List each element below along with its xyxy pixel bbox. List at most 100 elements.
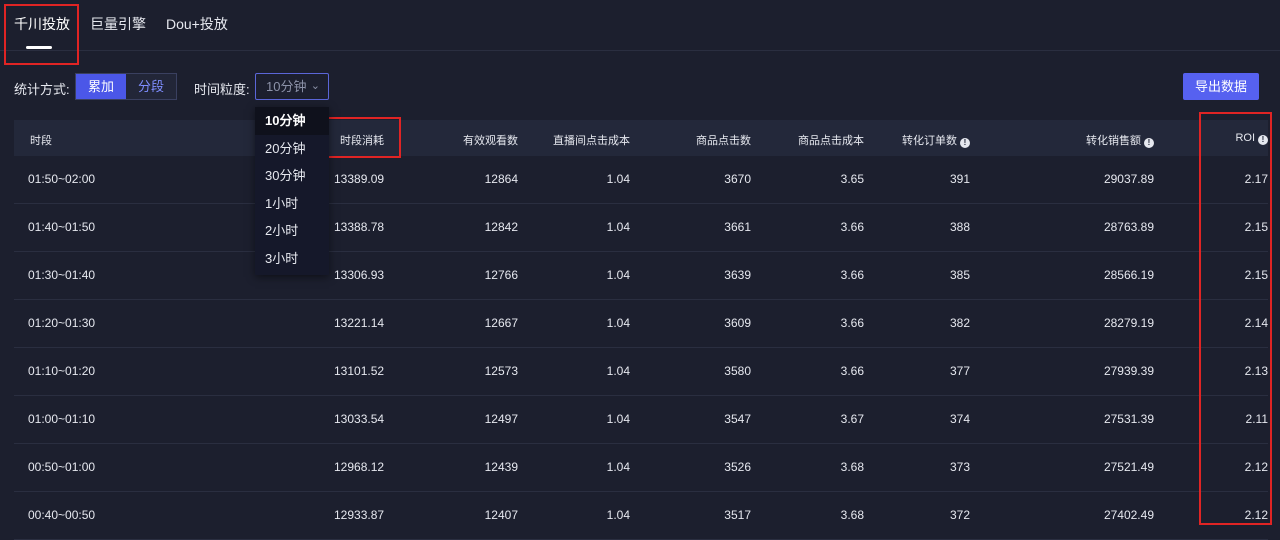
active-tab-indicator bbox=[26, 46, 52, 49]
cell-product-clicks: 3639 bbox=[724, 268, 751, 282]
cell-product-click-cost: 3.66 bbox=[840, 268, 864, 282]
cell-spend: 13221.14 bbox=[334, 316, 385, 330]
tab-dou-plus[interactable]: Dou+投放 bbox=[166, 14, 228, 34]
cell-roi: 2.15 bbox=[1244, 220, 1268, 234]
cell-period: 01:40~01:50 bbox=[28, 220, 96, 234]
dropdown-option-10min[interactable]: 10分钟 bbox=[255, 107, 329, 135]
table-body: 01:50~02:00 13389.09 12864 1.04 3670 3.65 391 2… bbox=[14, 156, 1268, 540]
cell-views: 12667 bbox=[484, 316, 518, 330]
cell-period: 01:00~01:10 bbox=[28, 412, 96, 426]
info-icon[interactable]: ! bbox=[960, 138, 970, 148]
table-row: 01:10~01:20 13101.52 12573 1.04 3580 3.66 377 2… bbox=[14, 348, 1268, 396]
info-icon[interactable]: ! bbox=[1258, 135, 1268, 145]
cell-roi: 2.12 bbox=[1244, 508, 1268, 522]
cell-roi: 2.17 bbox=[1244, 172, 1268, 186]
cell-sales: 28566.19 bbox=[1103, 268, 1154, 282]
tab-qianchuan[interactable]: 千川投放 bbox=[14, 14, 70, 34]
cell-orders: 388 bbox=[949, 220, 970, 234]
cell-spend: 13101.52 bbox=[334, 364, 385, 378]
table-header: 时段 时段消耗 有效观看数 直播间点击成本 商品点击数 商品点击成本 转化订单数… bbox=[14, 120, 1268, 156]
col-header-period: 时段 bbox=[30, 135, 52, 147]
tab-juliang[interactable]: 巨量引擎 bbox=[90, 14, 146, 34]
cell-room-click-cost: 1.04 bbox=[606, 220, 630, 234]
stat-mode-segment-button[interactable]: 分段 bbox=[126, 74, 176, 99]
cell-sales: 27402.49 bbox=[1103, 508, 1154, 522]
cell-orders: 391 bbox=[949, 172, 970, 186]
col-header-room-click-cost: 直播间点击成本 bbox=[553, 135, 630, 147]
cell-views: 12842 bbox=[484, 220, 518, 234]
cell-period: 00:40~00:50 bbox=[28, 508, 96, 522]
table-row: 01:20~01:30 13221.14 12667 1.04 3609 3.66 382 2… bbox=[14, 300, 1268, 348]
stat-mode-cumulative-button[interactable]: 累加 bbox=[76, 74, 126, 99]
granularity-label: 时间粒度: bbox=[194, 82, 250, 97]
cell-period: 01:10~01:20 bbox=[28, 364, 96, 378]
cell-views: 12864 bbox=[484, 172, 518, 186]
cell-sales: 29037.89 bbox=[1103, 172, 1154, 186]
col-header-orders: 转化订单数! bbox=[902, 132, 970, 148]
cell-orders: 374 bbox=[949, 412, 970, 426]
cell-views: 12573 bbox=[484, 364, 518, 378]
cell-product-click-cost: 3.66 bbox=[840, 220, 864, 234]
table-row: 01:50~02:00 13389.09 12864 1.04 3670 3.65 391 2… bbox=[14, 156, 1268, 204]
cell-spend: 12933.87 bbox=[334, 508, 385, 522]
cell-product-clicks: 3609 bbox=[724, 316, 751, 330]
dropdown-option-3h[interactable]: 3小时 bbox=[255, 245, 329, 273]
cell-roi: 2.13 bbox=[1244, 364, 1268, 378]
cell-orders: 385 bbox=[949, 268, 970, 282]
cell-orders: 373 bbox=[949, 460, 970, 474]
cell-product-clicks: 3661 bbox=[724, 220, 751, 234]
cell-roi: 2.11 bbox=[1245, 412, 1268, 426]
cell-product-clicks: 3517 bbox=[724, 508, 751, 522]
table-row: 00:50~01:00 12968.12 12439 1.04 3526 3.68 373 2… bbox=[14, 444, 1268, 492]
col-header-sales: 转化销售额! bbox=[1086, 132, 1154, 148]
cell-roi: 2.14 bbox=[1244, 316, 1268, 330]
export-data-button[interactable]: 导出数据 bbox=[1183, 73, 1259, 100]
cell-product-click-cost: 3.68 bbox=[840, 460, 864, 474]
dropdown-option-20min[interactable]: 20分钟 bbox=[255, 135, 329, 163]
table-row: 00:40~00:50 12933.87 12407 1.04 3517 3.68 372 2… bbox=[14, 492, 1268, 540]
cell-period: 01:20~01:30 bbox=[28, 316, 96, 330]
dropdown-option-30min[interactable]: 30分钟 bbox=[255, 162, 329, 190]
granularity-dropdown-menu: 10分钟 20分钟 30分钟 1小时 2小时 3小时 bbox=[255, 107, 329, 275]
dropdown-option-2h[interactable]: 2小时 bbox=[255, 217, 329, 245]
cell-room-click-cost: 1.04 bbox=[606, 364, 630, 378]
cell-room-click-cost: 1.04 bbox=[606, 268, 630, 282]
cell-sales: 27521.49 bbox=[1103, 460, 1154, 474]
cell-spend: 13388.78 bbox=[334, 220, 385, 234]
chevron-down-icon: ⌄ bbox=[310, 80, 320, 92]
cell-room-click-cost: 1.04 bbox=[606, 172, 630, 186]
stat-mode-segmented: 累加 分段 bbox=[75, 73, 177, 100]
cell-orders: 382 bbox=[949, 316, 970, 330]
data-table: 时段 时段消耗 有效观看数 直播间点击成本 商品点击数 商品点击成本 转化订单数… bbox=[14, 120, 1268, 540]
cell-product-click-cost: 3.67 bbox=[840, 412, 864, 426]
cell-product-click-cost: 3.66 bbox=[840, 364, 864, 378]
col-header-product-clicks: 商品点击数 bbox=[696, 135, 751, 147]
table-row: 01:00~01:10 13033.54 12497 1.04 3547 3.67 374 2… bbox=[14, 396, 1268, 444]
cell-spend: 13389.09 bbox=[334, 172, 385, 186]
cell-product-clicks: 3670 bbox=[724, 172, 751, 186]
cell-spend: 13033.54 bbox=[334, 412, 385, 426]
cell-room-click-cost: 1.04 bbox=[606, 508, 630, 522]
cell-product-clicks: 3547 bbox=[724, 412, 751, 426]
cell-period: 00:50~01:00 bbox=[28, 460, 96, 474]
col-header-product-click-cost: 商品点击成本 bbox=[798, 135, 864, 147]
info-icon[interactable]: ! bbox=[1144, 138, 1154, 148]
cell-room-click-cost: 1.04 bbox=[606, 460, 630, 474]
cell-product-click-cost: 3.65 bbox=[840, 172, 864, 186]
col-header-roi: ROI! bbox=[1235, 132, 1268, 145]
cell-sales: 28763.89 bbox=[1103, 220, 1154, 234]
cell-period: 01:30~01:40 bbox=[28, 268, 96, 282]
cell-room-click-cost: 1.04 bbox=[606, 316, 630, 330]
dropdown-option-1h[interactable]: 1小时 bbox=[255, 190, 329, 218]
cell-views: 12766 bbox=[484, 268, 518, 282]
cell-spend: 13306.93 bbox=[334, 268, 385, 282]
cell-period: 01:50~02:00 bbox=[28, 172, 96, 186]
cell-orders: 377 bbox=[949, 364, 970, 378]
cell-product-click-cost: 3.66 bbox=[840, 316, 864, 330]
cell-spend: 12968.12 bbox=[334, 460, 385, 474]
col-header-views: 有效观看数 bbox=[463, 135, 518, 147]
cell-views: 12497 bbox=[484, 412, 518, 426]
granularity-select[interactable]: 10分钟 ⌄ bbox=[255, 73, 329, 100]
cell-product-clicks: 3526 bbox=[724, 460, 751, 474]
top-tab-bar: 千川投放 巨量引擎 Dou+投放 bbox=[0, 0, 1280, 51]
